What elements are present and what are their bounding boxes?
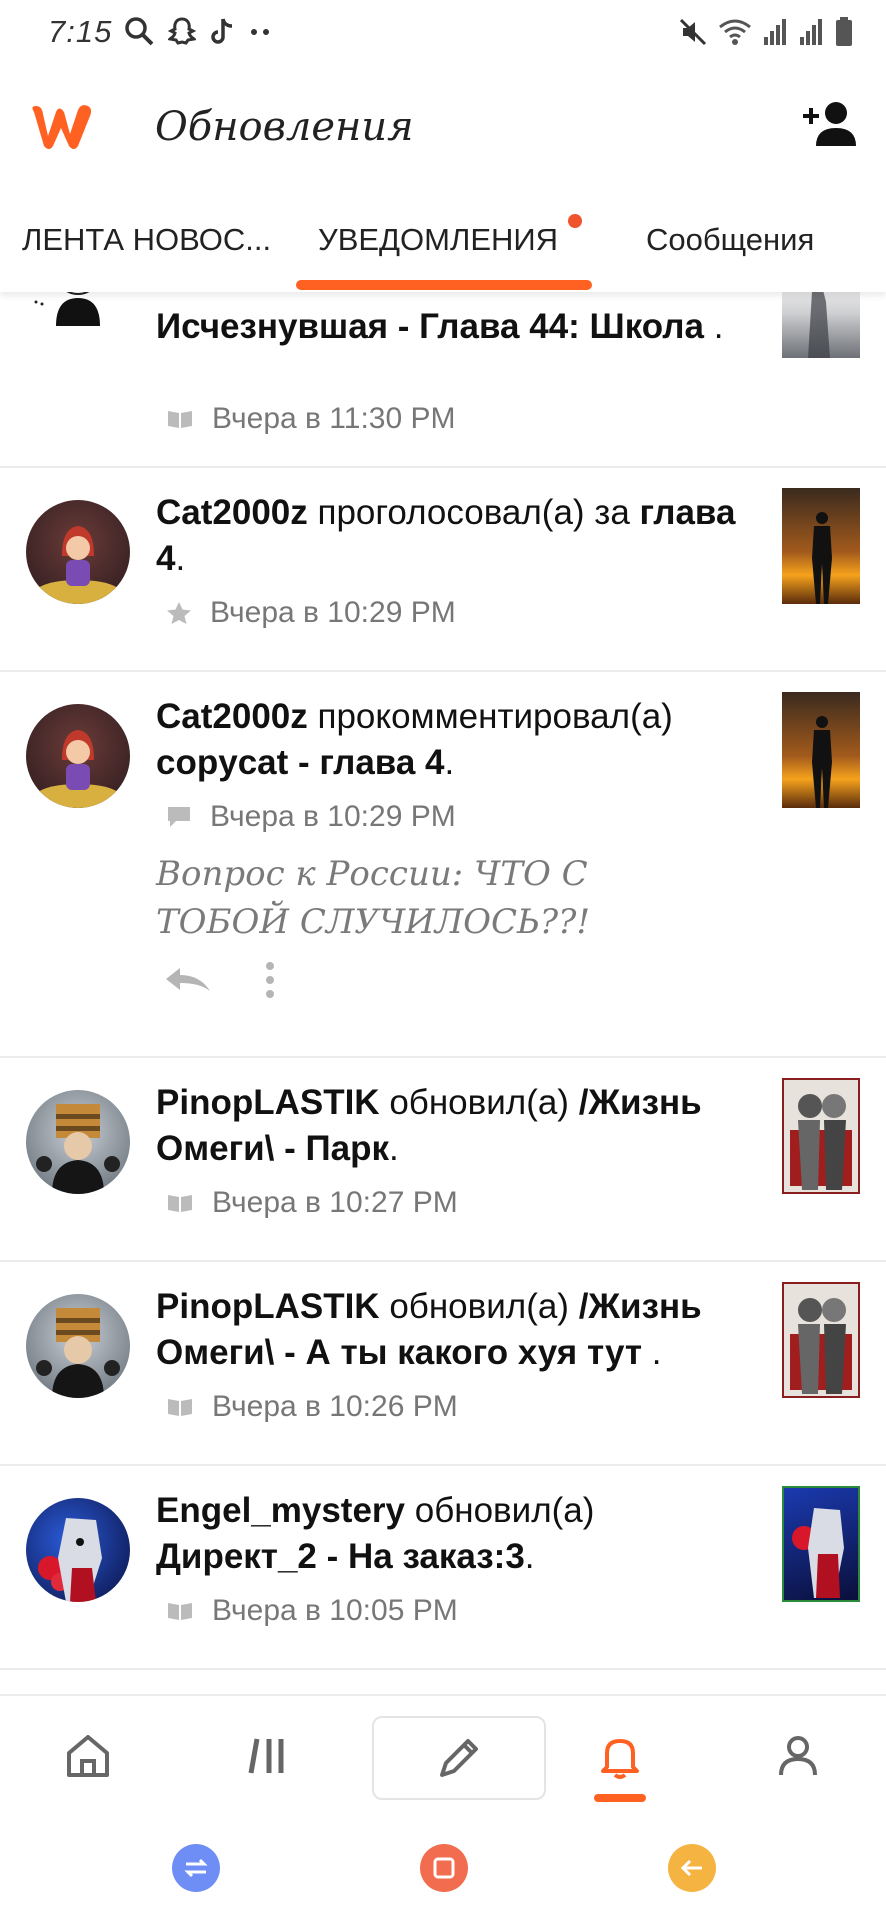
nav-library[interactable] [208,1716,328,1796]
notification-text: Исчезнувшая - Глава 44: Школа . [156,307,724,346]
notification-time: Вчера в 10:29 PM [210,596,456,629]
story-cover[interactable] [782,292,860,358]
signal-icon [764,19,786,45]
notification-text: PinopLASTIK обновил(а) /Жизнь Омеги\ - П… [156,1083,702,1168]
notification-time: Вчера в 10:05 PM [212,1594,458,1627]
story-cover[interactable] [782,1282,860,1398]
page-title: Обновления [155,104,414,150]
notification-meta: Вчера в 10:27 PM [166,1186,458,1220]
avatar[interactable] [26,292,130,326]
avatar[interactable] [26,1090,130,1194]
list-item[interactable]: Исчезнувшая - Глава 44: Школа . Вчера в … [0,292,886,468]
avatar[interactable] [26,1294,130,1398]
list-item[interactable]: Engel_mystery обновил(а) Директ_2 - На з… [0,1464,886,1670]
notification-text: Cat2000z прокомментировал(а) copycat - г… [156,697,673,782]
wattpad-logo [26,100,96,161]
story-cover[interactable] [782,692,860,808]
comment-icon [168,807,190,827]
story-title[interactable]: Исчезнувшая - Глава 44: Школа [156,307,704,346]
tab-news-feed[interactable]: ЛЕНТА НОВОС... [22,222,271,258]
username[interactable]: PinopLASTIK [156,1083,380,1122]
notification-meta: Вчера в 11:30 PM [166,402,456,436]
app-bar: Обновления [0,70,886,188]
home-icon [67,1735,109,1777]
username[interactable]: Cat2000z [156,697,308,736]
notification-meta: Вчера в 10:05 PM [166,1594,458,1628]
add-friend-icon[interactable] [800,100,858,153]
status-bar: 7:15 [0,0,886,70]
back-arrow-icon [680,1859,702,1877]
bell-icon [601,1739,639,1779]
story-title[interactable]: copycat - глава 4 [156,743,445,782]
wifi-icon [719,19,751,45]
book-icon [168,1603,192,1620]
notification-badge-dot [568,214,582,228]
avatar[interactable] [26,1498,130,1602]
story-cover[interactable] [782,1486,860,1602]
notification-text: Engel_mystery обновил(а) Директ_2 - На з… [156,1491,595,1576]
avatar[interactable] [26,704,130,808]
nav-profile[interactable] [738,1716,858,1796]
username[interactable]: Engel_mystery [156,1491,405,1530]
active-nav-indicator [594,1794,646,1802]
book-icon [168,1399,192,1416]
signal-icon [800,19,822,45]
search-icon [125,17,154,46]
recent-apps-button[interactable] [172,1844,220,1892]
tiktok-icon [211,18,233,44]
avatar[interactable] [26,500,130,604]
story-cover[interactable] [782,1078,860,1194]
list-item[interactable]: PinopLASTIK обновил(а) /Жизнь Омеги\ - А… [0,1260,886,1466]
active-tab-indicator [296,280,592,290]
mute-icon [679,18,707,46]
home-button[interactable] [420,1844,468,1892]
comment-text: Вопрос к России: ЧТО С ТОБОЙ СЛУЧИЛОСЬ??… [156,854,591,942]
pencil-icon [440,1739,478,1777]
snapchat-icon [168,17,196,45]
notification-meta: Вчера в 10:29 PM [166,596,456,630]
system-navigation [0,1814,886,1920]
list-item[interactable]: PinopLASTIK обновил(а) /Жизнь Омеги\ - П… [0,1056,886,1262]
nav-write[interactable] [372,1716,546,1800]
recents-icon [184,1858,208,1878]
star-icon [167,602,191,624]
comment-actions [164,960,276,1000]
system-status-icons [678,16,854,48]
notification-time: Вчера в 10:27 PM [212,1186,458,1219]
tab-messages[interactable]: Сообщения [646,222,814,258]
more-options-icon[interactable] [264,960,276,1000]
username[interactable]: PinopLASTIK [156,1287,380,1326]
list-item[interactable]: Cat2000z прокомментировал(а) copycat - г… [0,670,886,1058]
story-cover[interactable] [782,488,860,604]
profile-icon [779,1736,817,1776]
back-button[interactable] [668,1844,716,1892]
notification-text: Cat2000z проголосовал(а) за глава 4. [156,493,736,578]
nav-notifications[interactable] [560,1716,680,1796]
tab-notifications[interactable]: УВЕДОМЛЕНИЯ [318,222,558,258]
reply-icon[interactable] [164,965,212,995]
battery-icon [836,17,852,46]
more-dots-icon [251,29,269,35]
notification-meta: Вчера в 10:26 PM [166,1390,458,1424]
story-title[interactable]: Директ_2 - На заказ:3 [156,1537,525,1576]
notification-time: Вчера в 10:29 PM [210,800,456,833]
nav-home[interactable] [28,1716,148,1796]
tab-bar: ЛЕНТА НОВОС... УВЕДОМЛЕНИЯ Сообщения [0,188,886,292]
notification-text: PinopLASTIK обновил(а) /Жизнь Омеги\ - А… [156,1287,702,1372]
list-item[interactable]: Cat2000z проголосовал(а) за глава 4. Вче… [0,466,886,672]
library-icon [248,1738,284,1774]
bottom-navigation [0,1694,886,1816]
notifications-list: Исчезнувшая - Глава 44: Школа . Вчера в … [0,292,886,1694]
notification-time: Вчера в 11:30 PM [212,402,456,435]
book-icon [168,411,192,428]
notification-icons [124,16,272,46]
username[interactable]: Cat2000z [156,493,308,532]
notification-meta: Вчера в 10:29 PM [166,800,456,834]
status-time: 7:15 [48,14,113,49]
square-icon [433,1857,455,1879]
notification-time: Вчера в 10:26 PM [212,1390,458,1423]
book-icon [168,1195,192,1212]
